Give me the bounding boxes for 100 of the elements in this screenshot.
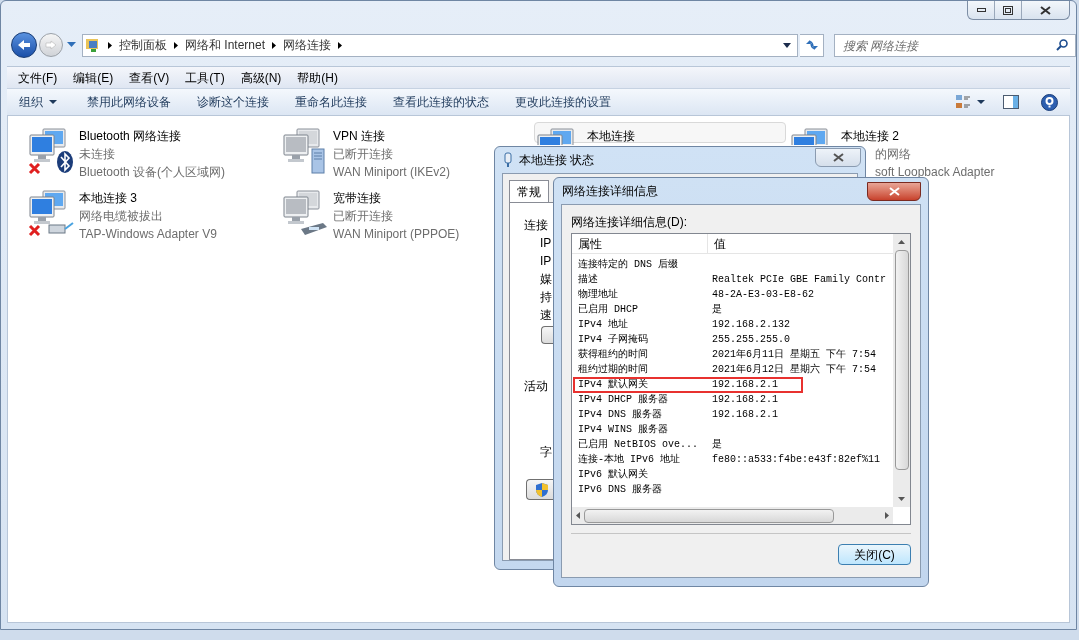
up-arrow-icon <box>898 240 905 244</box>
property-cell-text: 连接-本地 IPv6 地址 <box>577 452 681 467</box>
selected-connection-item[interactable]: 本地连接 <box>534 122 786 143</box>
column-header[interactable]: 属性 <box>572 234 708 253</box>
vertical-scrollbar[interactable] <box>893 234 910 507</box>
field-label: IP <box>539 235 552 252</box>
chevron-icon <box>272 41 277 49</box>
connection-name[interactable]: 宽带连接 <box>333 189 381 207</box>
toolbar-button[interactable]: 更改此连接的设置 <box>515 93 611 111</box>
property-cell-text: IPv6 默认网关 <box>577 467 649 482</box>
close-button[interactable] <box>815 147 861 167</box>
property-cell-text: IPv4 子网掩码 <box>577 333 649 347</box>
value-cell-text: 192.168.2.1 <box>711 378 778 392</box>
value-cell-text: 2021年6月11日 星期五 下午 7:54 <box>711 347 876 362</box>
horizontal-scrollbar[interactable] <box>572 507 893 524</box>
back-button[interactable] <box>11 32 37 58</box>
breadcrumb[interactable]: 控制面板 <box>119 36 167 54</box>
close-dialog-button[interactable]: 关闭(C) <box>838 544 911 565</box>
address-bar[interactable]: 控制面板 网络和 Internet 网络连接 <box>82 33 798 57</box>
minimize-icon <box>976 8 986 12</box>
dialog-title: 网络连接详细信息 <box>562 183 658 200</box>
toolbar-button[interactable]: 禁用此网络设备 <box>87 93 171 111</box>
connection-name[interactable]: 本地连接 2 <box>841 127 899 145</box>
menu-item[interactable]: 查看(V) <box>129 68 170 87</box>
value-cell-text: 192.168.2.1 <box>711 393 778 407</box>
device-name: Bluetooth 设备(个人区域网) <box>79 164 226 181</box>
property-cell-text: 租约过期的时间 <box>577 362 649 377</box>
shield-icon <box>535 481 549 498</box>
toolbar-button[interactable]: 诊断这个连接 <box>197 93 269 111</box>
organize-menu-button[interactable]: 组织 <box>19 93 57 111</box>
field-label: 持 <box>539 289 552 306</box>
device-name: WAN Miniport (IKEv2) <box>333 164 450 181</box>
field-label: 字 <box>539 444 552 461</box>
pane-icon <box>1003 95 1019 109</box>
property-cell-text: IPv4 DHCP 服务器 <box>577 393 669 407</box>
help-button[interactable] <box>1041 93 1058 111</box>
caret-icon <box>49 100 57 104</box>
search-field[interactable]: 搜索 网络连接 <box>834 34 1076 58</box>
close-button[interactable] <box>867 182 921 201</box>
left-arrow-icon <box>17 39 31 51</box>
device-name: soft Loopback Adapter <box>875 164 995 181</box>
breadcrumb[interactable]: 网络和 Internet <box>185 36 266 54</box>
connection-status: 已断开连接 <box>333 208 393 225</box>
value-cell-text: Realtek PCIe GBE Family Contr <box>711 273 887 287</box>
value-cell-text: 255.255.255.0 <box>711 333 790 347</box>
connection-name[interactable]: 本地连接 3 <box>79 189 137 207</box>
section-heading: 连接 <box>524 217 548 234</box>
search-icon <box>1056 38 1068 51</box>
property-cell-text: IPv6 DNS 服务器 <box>577 483 663 497</box>
down-arrow-icon <box>898 497 905 501</box>
connection-status: 网络电缆被拔出 <box>79 208 163 225</box>
property-cell-text: 物理地址 <box>577 287 619 302</box>
connection-name[interactable]: 本地连接 <box>587 127 635 145</box>
refresh-button[interactable] <box>800 33 824 57</box>
toolbar-button[interactable]: 重命名此连接 <box>295 93 367 111</box>
value-cell-text: 是 <box>711 438 722 452</box>
property-cell-text: 已启用 DHCP <box>577 302 639 317</box>
value-cell-text: 是 <box>711 303 722 317</box>
menu-item[interactable]: 文件(F) <box>18 68 58 87</box>
tab[interactable]: 常规 <box>509 180 549 202</box>
value-cell-text: 192.168.2.132 <box>711 318 790 332</box>
menu-item[interactable]: 帮助(H) <box>297 68 338 87</box>
right-arrow-icon <box>45 40 57 50</box>
property-cell-text: IPv4 WINS 服务器 <box>577 423 669 437</box>
value-cell-text: 48-2A-E3-03-E8-62 <box>711 288 815 302</box>
caret-icon <box>977 100 985 104</box>
chevron-icon <box>338 41 343 49</box>
close-icon <box>832 152 844 162</box>
value-cell-text: 2021年6月12日 星期六 下午 7:54 <box>711 362 876 377</box>
connection-status: 未连接 <box>79 146 115 163</box>
property-cell-text: IPv4 DNS 服务器 <box>577 408 663 422</box>
preview-pane-button[interactable] <box>1003 95 1019 109</box>
value-cell-text: fe80::a533:f4be:e43f:82ef%11 <box>711 453 881 467</box>
menu-item[interactable]: 高级(N) <box>240 68 282 87</box>
property-cell-text: 连接特定的 DNS 后缀 <box>577 257 679 272</box>
column-header[interactable]: 值 <box>708 234 893 253</box>
property-cell-text: IPv4 默认网关 <box>577 378 649 392</box>
network-folder-icon <box>85 37 101 53</box>
view-options-button[interactable] <box>955 94 985 110</box>
connection-name[interactable]: VPN 连接 <box>333 127 385 145</box>
value-cell-text: 192.168.2.1 <box>711 408 778 422</box>
property-cell-text: 已启用 NetBIOS ove... <box>577 437 699 452</box>
close-icon <box>888 187 900 196</box>
connection-status: 已断开连接 <box>333 146 393 163</box>
section-heading: 活动 <box>524 378 548 395</box>
menu-item[interactable]: 工具(T) <box>185 68 225 87</box>
menu-item[interactable]: 编辑(E) <box>73 68 114 87</box>
connection-status: 的网络 <box>875 146 911 163</box>
field-label: IP <box>539 253 552 270</box>
right-arrow-icon <box>885 512 889 519</box>
breadcrumb[interactable]: 网络连接 <box>283 36 332 54</box>
connection-name[interactable]: Bluetooth 网络连接 <box>79 127 182 145</box>
property-cell-text: 描述 <box>577 273 599 287</box>
dropdown-icon[interactable] <box>783 42 791 48</box>
device-name: TAP-Windows Adapter V9 <box>79 226 217 243</box>
toolbar-button[interactable]: 查看此连接的状态 <box>393 93 489 111</box>
property-cell-text: IPv4 地址 <box>577 317 629 332</box>
caret-icon <box>67 42 76 48</box>
property-cell-text: 获得租约的时间 <box>577 347 649 362</box>
view-icon <box>955 94 971 110</box>
